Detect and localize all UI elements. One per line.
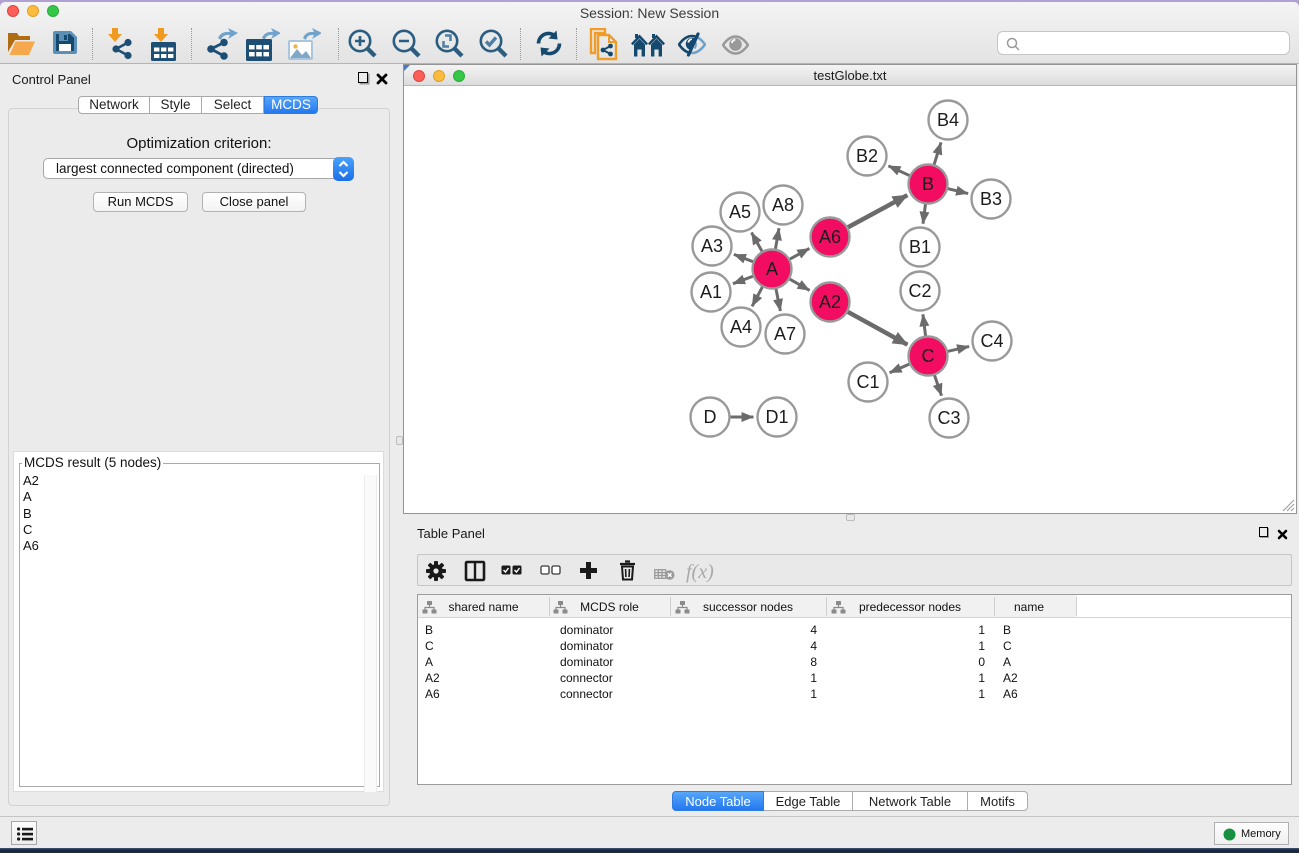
svg-text:C: C — [922, 346, 935, 366]
svg-text:A7: A7 — [774, 324, 796, 344]
svg-text:A4: A4 — [730, 317, 752, 337]
svg-text:C4: C4 — [980, 331, 1003, 351]
svg-text:B3: B3 — [980, 189, 1002, 209]
svg-text:B4: B4 — [937, 110, 959, 130]
svg-text:A8: A8 — [772, 195, 794, 215]
svg-text:A1: A1 — [700, 282, 722, 302]
svg-text:D1: D1 — [765, 407, 788, 427]
svg-text:B2: B2 — [856, 146, 878, 166]
svg-text:D: D — [704, 407, 717, 427]
svg-text:B: B — [922, 174, 934, 194]
svg-text:A2: A2 — [819, 292, 841, 312]
svg-text:C2: C2 — [908, 281, 931, 301]
svg-text:A5: A5 — [729, 202, 751, 222]
svg-text:C1: C1 — [856, 372, 879, 392]
svg-text:A3: A3 — [701, 236, 723, 256]
svg-text:C3: C3 — [937, 408, 960, 428]
svg-text:A: A — [766, 259, 778, 279]
svg-text:A6: A6 — [819, 227, 841, 247]
svg-text:B1: B1 — [909, 237, 931, 257]
